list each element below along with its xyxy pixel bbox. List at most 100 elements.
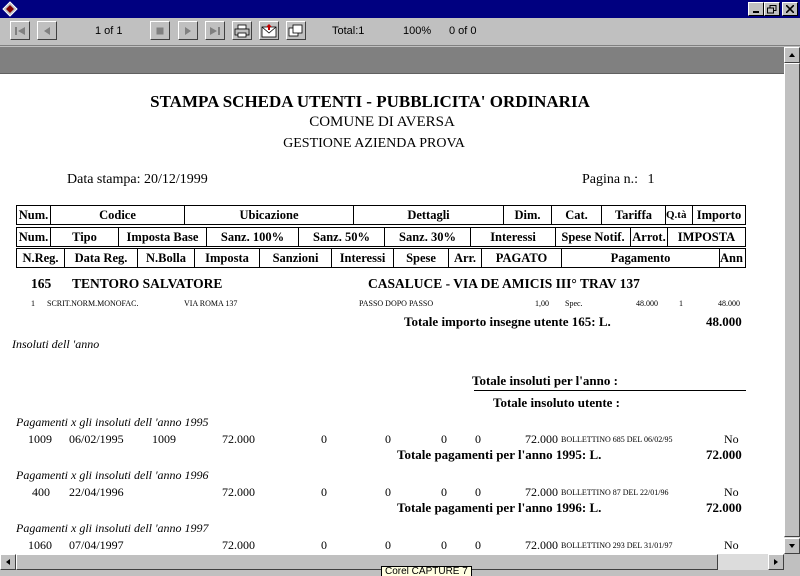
sign-amount: 48.000: [718, 299, 740, 308]
header-cell: Num.: [17, 206, 51, 224]
payment-nreg: 1009: [28, 432, 52, 446]
payment-pagato: 72.000: [525, 538, 558, 552]
payment-method: BOLLETTINO 87 DEL 22/01/96: [561, 488, 669, 497]
report-page: STAMPA SCHEDA UTENTI - PUBBLICITA' ORDIN…: [0, 74, 784, 554]
payment-spese: 0: [441, 485, 447, 499]
payment-nreg: 1060: [28, 538, 52, 552]
payment-date: 06/02/1995: [69, 432, 124, 446]
payment-total-value: 72.000: [706, 447, 742, 462]
header-cell: Sanz. 100%: [207, 228, 299, 246]
payment-arr: 0: [475, 485, 481, 499]
header-cell: Spese: [394, 249, 449, 267]
total-records: Total:1: [332, 25, 365, 37]
print-button[interactable]: [232, 21, 252, 40]
payment-method: BOLLETTINO 293 DEL 31/01/97: [561, 541, 673, 550]
payment-imposta: 72.000: [222, 538, 255, 552]
tooltip: Corel CAPTURE 7: [381, 566, 472, 576]
sign-tariff: 48.000: [636, 299, 658, 308]
sign-cat: Spec.: [565, 299, 583, 308]
user-name: TENTORO SALVATORE: [72, 276, 223, 291]
prev-page-button[interactable]: [37, 21, 57, 40]
header-cell: Cat.: [552, 206, 602, 224]
export-button[interactable]: [259, 21, 279, 40]
header-cell: Ubicazione: [185, 206, 354, 224]
sign-num: 1: [31, 299, 35, 308]
scroll-down-button[interactable]: [784, 538, 800, 554]
first-page-button[interactable]: [10, 21, 30, 40]
header-cell: Codice: [51, 206, 185, 224]
header-cell: Ann: [720, 250, 743, 265]
header-cell: Sanz. 30%: [385, 228, 471, 246]
payment-bolla: 1009: [152, 432, 176, 446]
payment-imposta: 72.000: [222, 432, 255, 446]
scroll-left-button[interactable]: [0, 554, 16, 570]
sign-qty: 1: [679, 299, 683, 308]
payment-total-label: Totale pagamenti per l'anno 1995: L.: [397, 447, 602, 462]
horizontal-scroll-thumb[interactable]: [16, 554, 718, 570]
zoom-level: 100%: [403, 25, 432, 37]
header-cell: Q.tà: [666, 206, 693, 224]
minimize-button[interactable]: [748, 2, 764, 16]
payment-nreg: 400: [32, 485, 50, 499]
zoom-button[interactable]: [286, 21, 306, 40]
payment-date: 22/04/1996: [69, 485, 124, 499]
scroll-up-button[interactable]: [784, 47, 800, 63]
header-cell: IMPOSTA: [677, 229, 736, 244]
payment-spese: 0: [441, 432, 447, 446]
payment-pagato: 72.000: [525, 485, 558, 499]
restore-button[interactable]: [764, 2, 780, 16]
header-cell: N.Reg.: [17, 249, 65, 267]
stop-button[interactable]: [150, 21, 170, 40]
user-number: 165: [31, 276, 52, 291]
total-signs-value: 48.000: [706, 314, 742, 329]
divider: [474, 390, 746, 391]
report-subtitle2: GESTIONE AZIENDA PROVA: [283, 136, 465, 151]
payment-total-label: Totale pagamenti per l'anno 1996: L.: [397, 500, 602, 515]
header-cell: Num.: [17, 228, 51, 246]
header-cell: N.Bolla: [138, 249, 195, 267]
sign-location: VIA ROMA 137: [184, 299, 238, 308]
header-row-3: N.Reg. Data Reg. N.Bolla Imposta Sanzion…: [16, 248, 746, 268]
viewer-toolbar: 1 of 1 Total:1 100% 0 of 0: [0, 18, 800, 46]
payment-ann: No: [724, 538, 739, 552]
payment-interessi: 0: [385, 538, 391, 552]
payment-total-value: 72.000: [706, 500, 742, 515]
unpaid-year-label: Insoluti dell 'anno: [12, 337, 100, 351]
header-cell: Tipo: [51, 228, 119, 246]
page-number-value: 1: [647, 172, 655, 187]
header-cell: Spese Notif.: [556, 228, 631, 246]
payment-date: 07/04/1997: [69, 538, 124, 552]
payment-group-heading: Pagamenti x gli insoluti dell 'anno 1995: [16, 415, 209, 429]
header-cell: Dettagli: [354, 206, 504, 224]
payment-sanzioni: 0: [321, 538, 327, 552]
total-signs-label: Totale importo insegne utente 165: L.: [404, 314, 611, 329]
user-address: CASALUCE - VIA DE AMICIS III° TRAV 137: [368, 276, 640, 291]
total-unpaid-year-label: Totale insoluti per l'anno :: [472, 373, 618, 388]
header-cell: Sanz. 50%: [299, 228, 385, 246]
page-indicator: 1 of 1: [95, 25, 123, 37]
payment-pagato: 72.000: [525, 432, 558, 446]
payment-method: BOLLETTINO 685 DEL 06/02/95: [561, 435, 673, 444]
header-cell: Imposta Base: [119, 228, 207, 246]
header-cell: Sanzioni: [260, 249, 332, 267]
vertical-scroll-thumb[interactable]: [784, 63, 800, 537]
header-cell: Arrot.: [631, 228, 668, 246]
total-unpaid-user-label: Totale insoluto utente :: [493, 395, 620, 410]
app-icon[interactable]: [2, 1, 18, 17]
payment-sanzioni: 0: [321, 485, 327, 499]
header-cell: Pagamento: [562, 249, 720, 267]
close-button[interactable]: [782, 2, 798, 16]
header-cell: Dim.: [504, 206, 552, 224]
last-page-button[interactable]: [205, 21, 225, 40]
header-cell: Interessi: [332, 249, 394, 267]
vertical-scrollbar[interactable]: [784, 47, 800, 554]
payment-imposta: 72.000: [222, 485, 255, 499]
page-number-label: Pagina n.:: [582, 172, 638, 187]
payment-arr: 0: [475, 432, 481, 446]
scroll-right-button[interactable]: [768, 554, 784, 570]
payment-ann: No: [724, 485, 739, 499]
page-number: Pagina n.: 1: [582, 173, 655, 187]
next-page-button[interactable]: [178, 21, 198, 40]
payment-spese: 0: [441, 538, 447, 552]
payment-ann: No: [724, 432, 739, 446]
